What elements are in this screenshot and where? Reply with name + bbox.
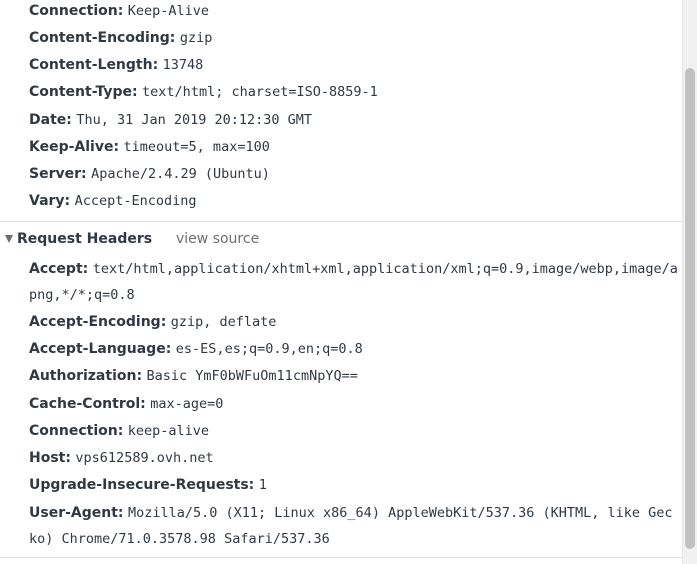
header-name: User-Agent: [29, 505, 124, 521]
request-headers-title[interactable]: Request Headers [17, 229, 152, 249]
request-header-row: Accept-Encoding: gzip, deflate [29, 312, 678, 332]
request-header-row: Connection: keep-alive [29, 421, 678, 441]
response-header-row: Connection: Keep-Alive [29, 1, 678, 21]
header-value: 1 [258, 477, 267, 493]
header-value: gzip [179, 30, 213, 46]
response-header-row: Content-Encoding: gzip [29, 28, 678, 48]
response-header-row: Content-Type: text/html; charset=ISO-885… [29, 82, 678, 102]
header-value: Keep-Alive [127, 3, 210, 19]
request-header-row: Authorization: Basic YmF0bWFuOm11cmNpYQ=… [29, 366, 678, 386]
header-value: es-ES,es;q=0.9,en;q=0.8 [175, 341, 363, 357]
header-name: Connection: [29, 3, 124, 19]
response-header-row: Date: Thu, 31 Jan 2019 20:12:30 GMT [29, 110, 678, 130]
header-name: Accept-Encoding: [29, 314, 167, 330]
section-divider [0, 221, 682, 222]
header-name: Accept-Language: [29, 341, 172, 357]
header-name: Host: [29, 450, 71, 466]
header-value: text/html; charset=ISO-8859-1 [142, 84, 378, 100]
header-value: gzip, deflate [170, 314, 277, 330]
request-header-row: Cache-Control: max-age=0 [29, 394, 678, 414]
request-header-row: Host: vps612589.ovh.net [29, 448, 678, 468]
header-value: timeout=5, max=100 [123, 139, 270, 155]
header-name: Accept: [29, 261, 89, 277]
response-header-row: Server: Apache/2.4.29 (Ubuntu) [29, 164, 678, 184]
request-header-row: Accept: text/html,application/xhtml+xml,… [29, 256, 678, 308]
request-header-row: User-Agent: Mozilla/5.0 (X11; Linux x86_… [29, 500, 678, 552]
header-name: Authorization: [29, 368, 143, 384]
header-value: Basic YmF0bWFuOm11cmNpYQ== [146, 368, 358, 384]
header-value: Thu, 31 Jan 2019 20:12:30 GMT [76, 112, 313, 128]
header-name: Server: [29, 166, 87, 182]
header-name: Date: [29, 112, 72, 128]
header-value: Accept-Encoding [74, 193, 197, 209]
header-value: vps612589.ovh.net [75, 450, 214, 466]
header-name: Content-Type: [29, 84, 138, 100]
header-name: Upgrade-Insecure-Requests: [29, 477, 255, 493]
view-source-link[interactable]: view source [176, 229, 259, 249]
response-header-row: Vary: Accept-Encoding [29, 191, 678, 211]
header-name: Content-Length: [29, 57, 159, 73]
header-value: text/html,application/xhtml+xml,applicat… [29, 261, 678, 303]
response-header-row: Content-Length: 13748 [29, 55, 678, 75]
headers-panel: Connection: Keep-Alive Content-Encoding:… [0, 0, 682, 564]
response-header-row: Keep-Alive: timeout=5, max=100 [29, 137, 678, 157]
header-value: max-age=0 [150, 396, 224, 412]
header-value: 13748 [162, 57, 204, 73]
header-value: Mozilla/5.0 (X11; Linux x86_64) AppleWeb… [29, 505, 673, 547]
request-headers-section-header[interactable]: Request Headers view source [0, 229, 682, 249]
header-name: Content-Encoding: [29, 30, 176, 46]
vertical-scrollbar[interactable] [682, 0, 697, 564]
scrollbar-thumb[interactable] [685, 68, 695, 549]
request-header-row: Accept-Language: es-ES,es;q=0.9,en;q=0.8 [29, 339, 678, 359]
header-name: Cache-Control: [29, 396, 146, 412]
header-name: Connection: [29, 423, 124, 439]
request-header-row: Upgrade-Insecure-Requests: 1 [29, 475, 678, 495]
header-value: Apache/2.4.29 (Ubuntu) [91, 166, 270, 182]
header-name: Keep-Alive: [29, 139, 120, 155]
disclosure-triangle-icon[interactable] [5, 235, 13, 243]
header-value: keep-alive [127, 423, 210, 439]
section-divider [0, 557, 682, 558]
header-name: Vary: [29, 193, 71, 209]
